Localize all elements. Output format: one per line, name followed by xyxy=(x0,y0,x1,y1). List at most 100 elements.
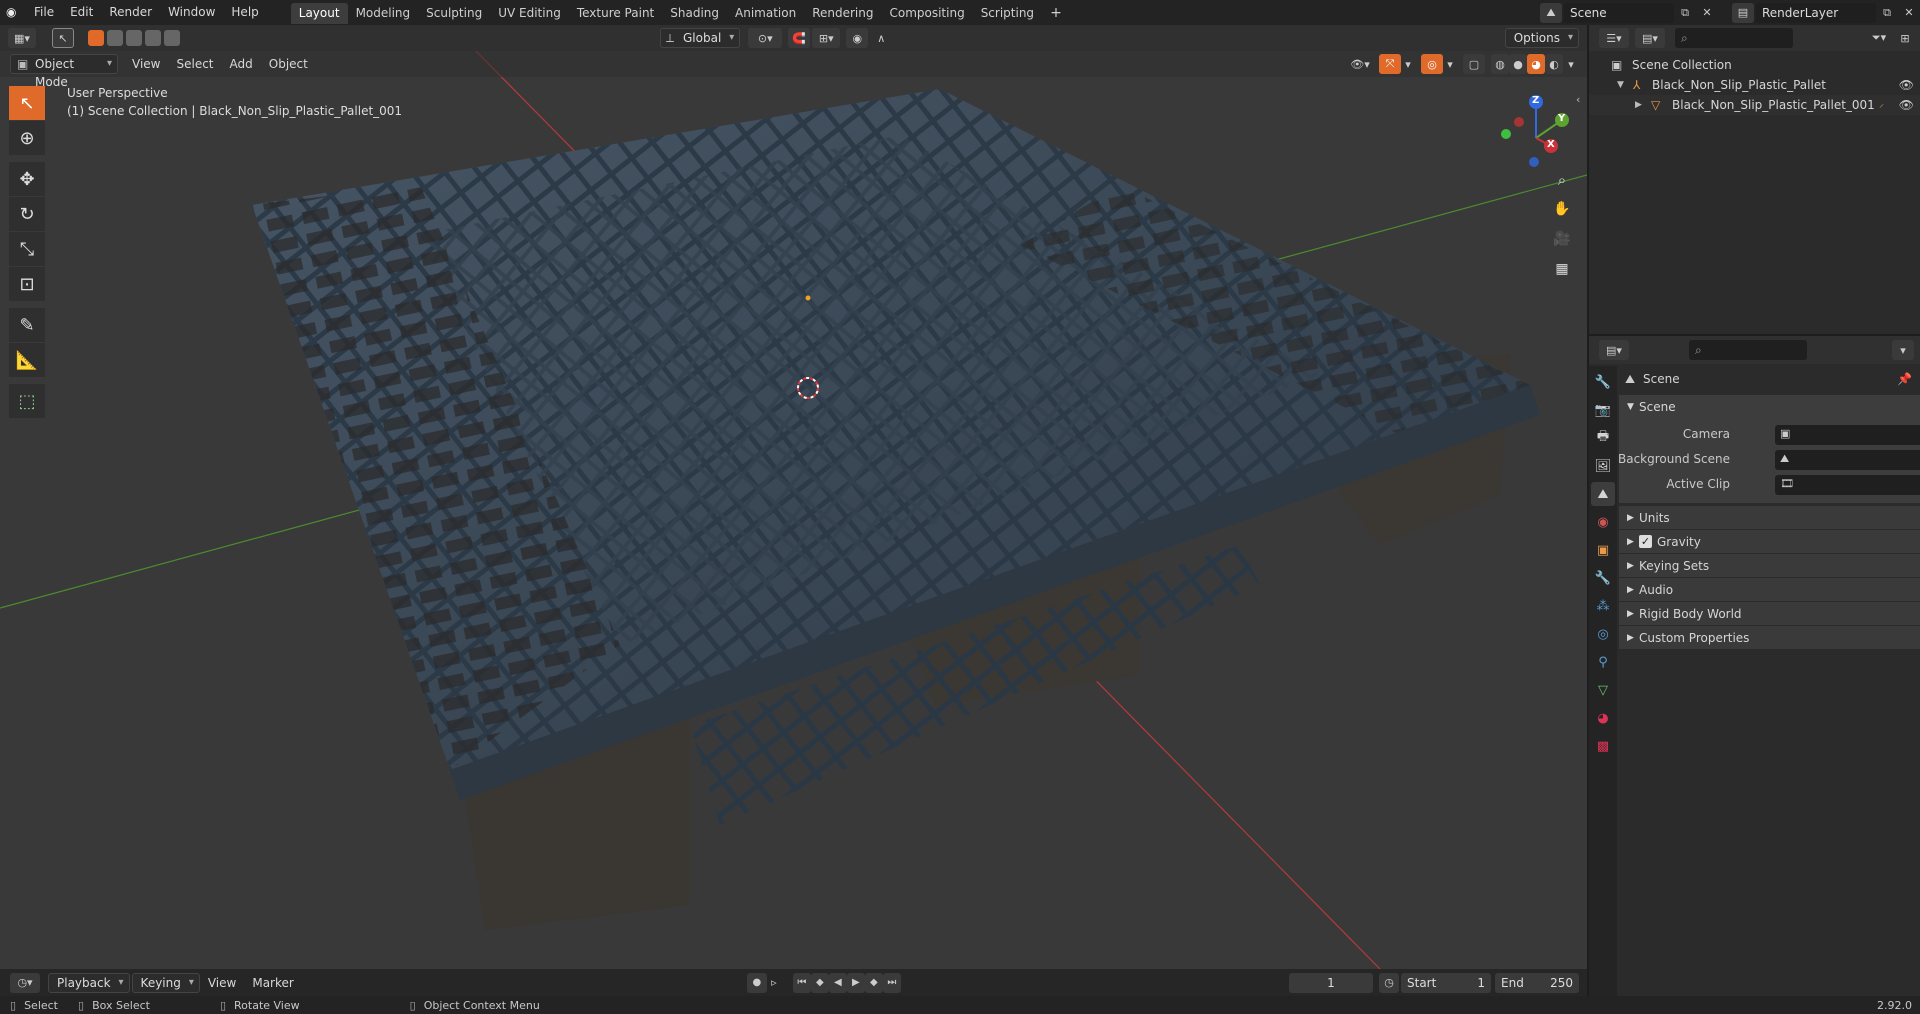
menu-window[interactable]: Window xyxy=(160,0,223,25)
view-layer-selector-icon[interactable]: ▤ xyxy=(1732,2,1754,23)
jump-start-icon[interactable]: ⏮ xyxy=(792,972,811,993)
tab-layout[interactable]: Layout xyxy=(290,3,348,24)
tab-scripting[interactable]: Scripting xyxy=(973,3,1042,24)
next-keyframe-icon[interactable]: ◆ xyxy=(864,972,883,993)
gizmo-dropdown-icon[interactable]: ▾ xyxy=(1401,54,1415,74)
object-tab-icon[interactable]: ▣ xyxy=(1591,538,1615,562)
tab-uv-editing[interactable]: UV Editing xyxy=(490,3,569,24)
wireframe-shading-icon[interactable]: ◍ xyxy=(1491,54,1509,74)
view-layer-tab-icon[interactable]: 🖼 xyxy=(1591,454,1615,478)
menu-view[interactable]: View xyxy=(124,51,168,77)
background-scene-field[interactable]: ⛰ xyxy=(1775,450,1920,470)
menu-help[interactable]: Help xyxy=(223,0,266,25)
properties-search-input[interactable]: ⌕ xyxy=(1689,340,1807,360)
texture-tab-icon[interactable]: ▩ xyxy=(1591,734,1615,758)
keying-sets-panel[interactable]: ▶ Keying Sets xyxy=(1619,553,1920,577)
select-extend-icon[interactable] xyxy=(107,30,123,46)
delete-scene-icon[interactable]: ✕ xyxy=(1696,3,1718,23)
new-scene-icon[interactable]: ⧉ xyxy=(1674,3,1696,23)
rotate-tool-icon[interactable]: ↻ xyxy=(9,197,45,231)
snap-target-icon[interactable]: ⊞▾ xyxy=(812,28,841,48)
add-workspace-button[interactable]: + xyxy=(1042,3,1070,24)
world-tab-icon[interactable]: ◉ xyxy=(1591,510,1615,534)
visibility-eye-icon[interactable]: 👁 xyxy=(1899,95,1914,115)
select-new-icon[interactable] xyxy=(88,30,104,46)
solid-shading-icon[interactable]: ● xyxy=(1509,54,1527,74)
constraints-tab-icon[interactable]: ⚲ xyxy=(1591,650,1615,674)
expand-arrow-icon[interactable]: ▶ xyxy=(1635,95,1642,115)
select-tool-icon[interactable]: ↖ xyxy=(52,28,74,48)
menu-object[interactable]: Object xyxy=(261,51,316,77)
xray-toggle-icon[interactable]: ▢ xyxy=(1463,54,1485,74)
measure-tool-icon[interactable]: 📐 xyxy=(9,343,45,377)
material-tab-icon[interactable]: ◕ xyxy=(1591,706,1615,730)
end-frame-field[interactable]: End 250 xyxy=(1495,972,1579,993)
select-invert-icon[interactable] xyxy=(145,30,161,46)
pan-hand-icon[interactable]: ✋ xyxy=(1551,201,1573,223)
gravity-checkbox[interactable]: ✓ xyxy=(1639,535,1652,548)
outliner-search-input[interactable]: ⌕ xyxy=(1675,28,1793,48)
gizmo-neg-x[interactable] xyxy=(1514,117,1524,127)
tab-rendering[interactable]: Rendering xyxy=(804,3,881,24)
scene-name-field[interactable]: Scene xyxy=(1564,2,1674,23)
transform-orientation-dropdown[interactable]: ⟂ Global xyxy=(660,28,741,48)
data-tab-icon[interactable]: ▽ xyxy=(1591,678,1615,702)
gizmo-neg-y[interactable] xyxy=(1501,129,1511,139)
camera-view-icon[interactable]: 🎥 xyxy=(1551,231,1573,253)
view-layer-field[interactable]: RenderLayer xyxy=(1756,2,1876,23)
preview-range-icon[interactable]: ◷ xyxy=(1379,972,1399,993)
record-icon[interactable]: ● xyxy=(746,972,767,993)
menu-render[interactable]: Render xyxy=(101,0,160,25)
rendered-shading-icon[interactable]: ◐ xyxy=(1545,54,1563,74)
display-mode-icon[interactable]: ▤▾ xyxy=(1635,28,1665,48)
outliner-editor-type-icon[interactable]: ☰▾ xyxy=(1599,28,1629,48)
start-frame-field[interactable]: Start 1 xyxy=(1401,972,1491,993)
overlays-toggle-icon[interactable]: ◎ xyxy=(1421,54,1443,74)
menu-edit[interactable]: Edit xyxy=(62,0,101,25)
jump-end-icon[interactable]: ⏭ xyxy=(882,972,901,993)
proportional-edit-icon[interactable]: ◉ xyxy=(846,28,869,48)
select-intersect-icon[interactable] xyxy=(164,30,180,46)
3d-viewport[interactable]: User Perspective (1) Scene Collection | … xyxy=(0,25,1587,969)
output-tab-icon[interactable]: 🖶 xyxy=(1591,426,1615,450)
scene-panel-header[interactable]: ▼ Scene xyxy=(1619,394,1920,418)
editor-type-icon[interactable]: ▦▾ xyxy=(8,28,36,48)
zoom-icon[interactable]: ⌕ xyxy=(1551,171,1573,193)
gizmo-toggle-icon[interactable]: ⤧ xyxy=(1379,54,1401,74)
physics-tab-icon[interactable]: ◎ xyxy=(1591,622,1615,646)
properties-editor-type-icon[interactable]: ▤▾ xyxy=(1599,340,1629,360)
play-icon[interactable]: ▶ xyxy=(846,972,865,993)
falloff-icon[interactable]: ∧ xyxy=(870,28,892,48)
material-preview-icon[interactable]: ◕ xyxy=(1527,54,1545,74)
overlays-dropdown-icon[interactable]: ▾ xyxy=(1443,54,1457,74)
transform-tool-icon[interactable]: ⊡ xyxy=(9,267,45,301)
custom-properties-panel[interactable]: ▶ Custom Properties xyxy=(1619,625,1920,649)
sidebar-toggle-icon[interactable]: ‹ xyxy=(1576,93,1580,106)
select-box-tool-icon[interactable]: ↖ xyxy=(9,86,45,120)
new-view-layer-icon[interactable]: ⧉ xyxy=(1876,3,1898,23)
tab-modeling[interactable]: Modeling xyxy=(348,3,419,24)
active-clip-field[interactable]: 🎞 xyxy=(1775,475,1920,495)
annotate-tool-icon[interactable]: ✎ xyxy=(9,308,45,342)
outliner-row-scene-collection[interactable]: ▣ Scene Collection xyxy=(1589,55,1920,75)
prev-keyframe-icon[interactable]: ◆ xyxy=(810,972,829,993)
new-collection-icon[interactable]: ⊞ xyxy=(1894,28,1916,48)
timeline-editor-type-icon[interactable]: ◷▾ xyxy=(10,972,40,993)
tab-animation[interactable]: Animation xyxy=(727,3,804,24)
visibility-filter-icon[interactable]: 👁▾ xyxy=(1345,54,1375,74)
timeline-menu-view[interactable]: View xyxy=(200,970,244,996)
tab-sculpting[interactable]: Sculpting xyxy=(418,3,490,24)
auto-keying-options-icon[interactable]: ▹ xyxy=(767,973,781,993)
rigid-body-world-panel[interactable]: ▶ Rigid Body World xyxy=(1619,601,1920,625)
outliner-row-pallet-mesh[interactable]: ▶ ▽ Black_Non_Slip_Plastic_Pallet_001 ⸝ … xyxy=(1589,95,1920,115)
options-dropdown[interactable]: Options xyxy=(1504,28,1579,48)
move-tool-icon[interactable]: ✥ xyxy=(9,162,45,196)
menu-add[interactable]: Add xyxy=(222,51,261,77)
timeline-menu-marker[interactable]: Marker xyxy=(244,970,301,996)
blender-logo-icon[interactable]: ◉ xyxy=(0,0,26,25)
menu-select[interactable]: Select xyxy=(168,51,221,77)
current-frame-field[interactable]: 1 xyxy=(1289,972,1373,993)
camera-field[interactable]: ▣ ✒ xyxy=(1775,425,1920,445)
snap-icon[interactable]: 🧲 xyxy=(788,28,811,48)
modifier-tab-icon[interactable]: 🔧 xyxy=(1591,566,1615,590)
